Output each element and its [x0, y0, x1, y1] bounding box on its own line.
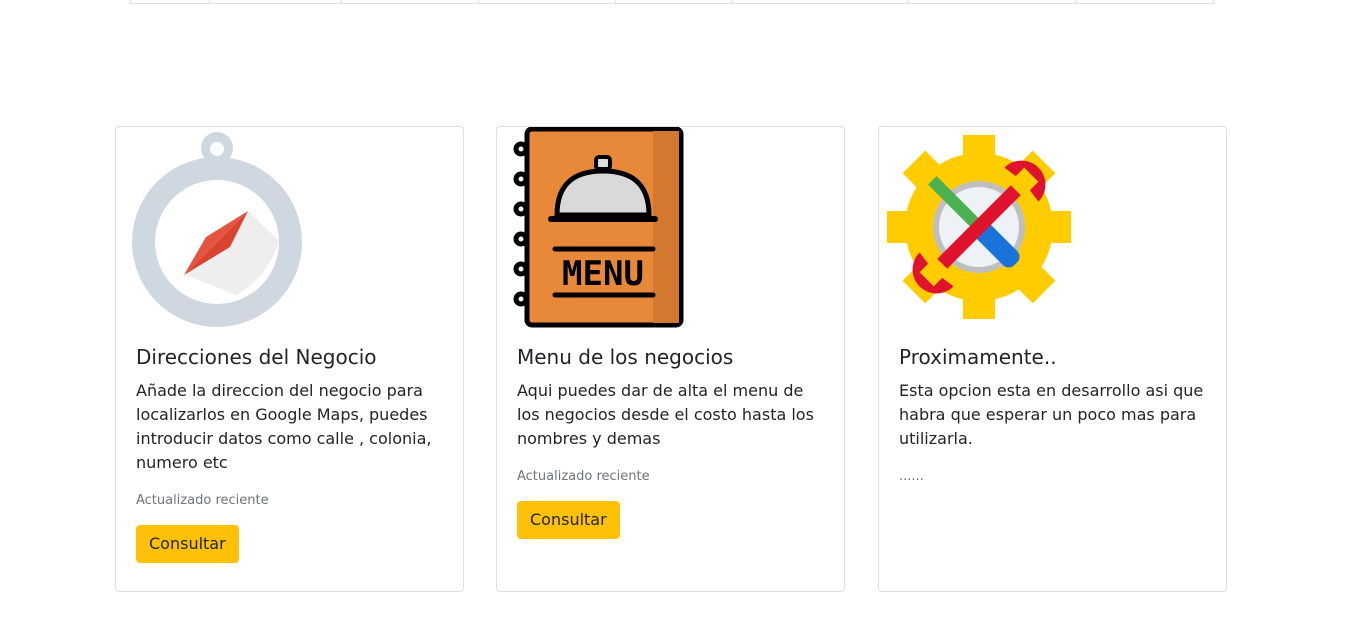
tools-gear-icon — [887, 135, 1071, 319]
card-image: MENU — [497, 126, 844, 332]
compass-icon — [132, 132, 302, 327]
card-image — [879, 127, 1226, 332]
card-updated-label: Actualizado reciente — [136, 493, 269, 508]
consultar-button[interactable]: Consultar — [517, 501, 620, 539]
table-column — [1074, 0, 1214, 3]
table-column — [340, 0, 478, 3]
table-column — [130, 0, 209, 3]
card-image — [116, 127, 463, 332]
menu-book-icon: MENU — [513, 126, 684, 328]
card-menu: MENU Menu de los negocios Aqui puedes da… — [496, 126, 845, 592]
card-direcciones: Direcciones del Negocio Añade la direcci… — [115, 126, 464, 592]
card-updated-label: Actualizado reciente — [517, 469, 650, 484]
table-column — [906, 0, 1075, 3]
card-description: Añade la direccion del negocio para loca… — [136, 381, 432, 472]
table-column — [732, 0, 907, 3]
card-title: Menu de los negocios — [517, 345, 734, 369]
card-title: Direcciones del Negocio — [136, 345, 377, 369]
consultar-button[interactable]: Consultar — [136, 525, 239, 563]
card-proximamente: Proximamente.. Esta opcion esta en desar… — [878, 126, 1227, 592]
card-description: Aqui puedes dar de alta el menu de los n… — [517, 381, 814, 448]
card-status-placeholder: ...... — [899, 469, 924, 484]
table-bottom-edge — [130, 0, 1214, 4]
table-column — [614, 0, 732, 3]
table-column — [208, 0, 341, 3]
card-description: Esta opcion esta en desarrollo asi que h… — [899, 381, 1204, 448]
table-column — [477, 0, 615, 3]
menu-label: MENU — [562, 254, 644, 294]
card-title: Proximamente.. — [899, 345, 1057, 369]
